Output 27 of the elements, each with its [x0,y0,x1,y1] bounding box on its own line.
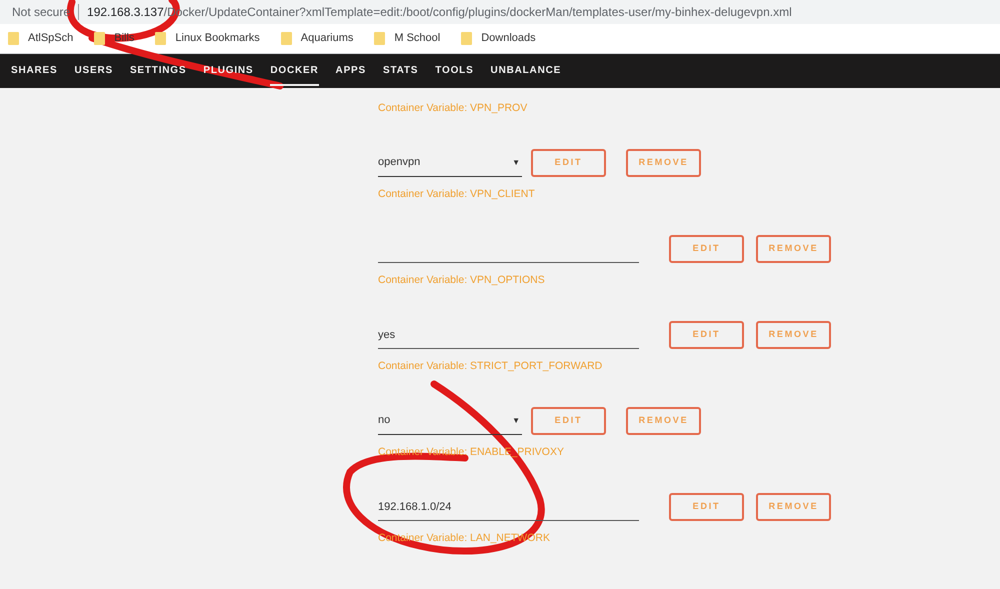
nav-tab[interactable]: TOOLS [435,56,474,86]
nav-tab[interactable]: APPS [336,56,366,86]
nav-tab[interactable]: USERS [74,56,113,86]
variable-label: Container Variable: STRICT_PORT_FORWARD [378,359,604,373]
folder-icon [374,32,386,45]
variable-label: Container Variable: VPN_CLIENT [378,187,536,201]
input-field[interactable]: yes [378,321,639,349]
folder-icon [155,32,166,45]
bookmark[interactable]: Downloads [481,30,536,47]
bookmark[interactable]: Linux Bookmarks [175,30,260,47]
nav-tab[interactable]: STATS [382,56,418,86]
input-field[interactable]: 192.168.1.0/24 [378,493,639,521]
nav-tab[interactable]: DOCKER [270,56,319,86]
variable-label: Container Variable: VPN_PROV [378,101,528,115]
folder-icon [461,32,472,45]
nav-tab[interactable]: SETTINGS [130,56,186,86]
bookmark[interactable]: AtlSpSch [28,30,74,47]
nav-tab[interactable]: UNBALANCE [490,56,562,86]
select-field[interactable]: no ▼ [378,407,522,435]
nav-tab[interactable]: SHARES [11,56,58,86]
folder-icon [94,32,106,45]
bookmark[interactable]: M School [394,30,440,47]
bookmark[interactable]: Aquariums [300,30,354,47]
variable-label: Container Variable: VPN_OPTIONS [378,273,546,287]
folder-icon [280,32,292,45]
folder-icon [8,32,19,45]
select-field[interactable]: openvpn ▼ [378,149,522,177]
